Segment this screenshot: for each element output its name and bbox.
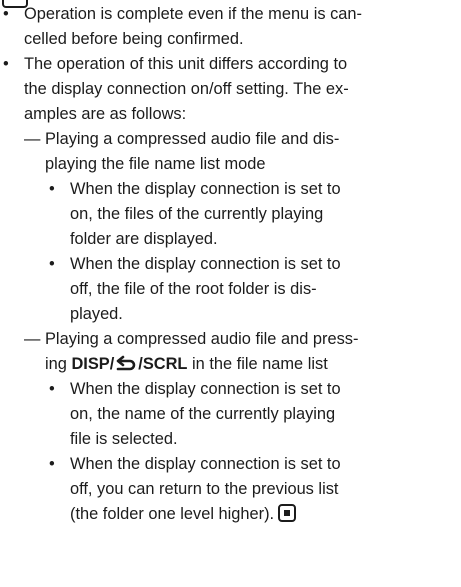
bullet-icon: • [3,5,9,23]
dash-item-1-line-2: playing the file name list mode [45,155,266,173]
sub-bullet-3-line-2: on, the name of the currently playing [70,405,336,423]
disp-key-label: DISP [71,355,110,373]
sub-bullet-1-line-1: When the display connection is set to [70,180,341,198]
sub-bullet-4-line-3-text: (the folder one level higher). [70,505,275,523]
sub-bullet-1-line-2: on, the files of the currently playing [70,205,324,223]
back-arrow-icon [116,355,136,371]
scrl-key-label: SCRL [142,355,188,373]
dash-marker: — [24,130,41,148]
sub-bullet-2-line-2: off, the file of the root folder is dis- [70,280,317,298]
slash-separator: / [109,355,115,373]
sub-bullet-3-line-1: When the display connection is set to [70,380,341,398]
sub-bullet-2-line-1: When the display connection is set to [70,255,341,273]
bullet-icon: • [3,55,9,73]
paragraph-2-line-1: The operation of this unit differs accor… [24,55,348,73]
dash-item-2-suffix: in the file name list [187,355,328,373]
paragraph-2-line-3: amples are as follows: [24,105,187,123]
sub-bullet-1-line-3: folder are displayed. [70,230,218,248]
bullet-icon: • [49,255,55,273]
dash-item-2-prefix: ing [45,355,72,373]
bullet-icon: • [49,380,55,398]
paragraph-1-line-1: Operation is complete even if the menu i… [24,5,363,23]
bullet-icon: • [49,180,55,198]
sub-bullet-4-line-3: (the folder one level higher). [70,502,297,527]
sub-bullet-4-line-1: When the display connection is set to [70,455,341,473]
bullet-icon: • [49,455,55,473]
end-of-section-icon [278,504,297,522]
dash-item-2-line-1: Playing a compressed audio file and pres… [45,330,359,348]
dash-marker: — [24,330,41,348]
sub-bullet-3-line-3: file is selected. [70,430,178,448]
dash-item-1-line-1: Playing a compressed audio file and dis- [45,130,340,148]
dash-item-2-line-2: ing DISP//SCRL in the file name list [45,352,328,377]
sub-bullet-4-line-2: off, you can return to the previous list [70,480,339,498]
paragraph-2-line-2: the display connection on/off setting. T… [24,80,349,98]
sub-bullet-2-line-3: played. [70,305,123,323]
paragraph-1-line-2: celled before being confirmed. [24,30,244,48]
